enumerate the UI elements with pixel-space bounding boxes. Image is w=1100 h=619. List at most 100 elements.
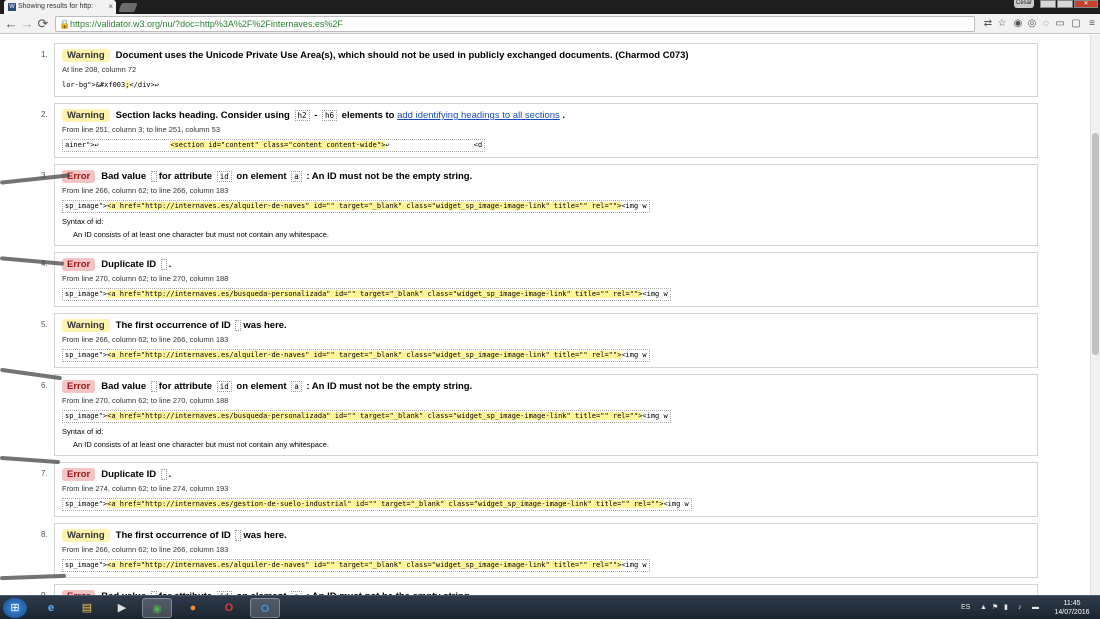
validation-message: 1. Warning Document uses the Unicode Priva…: [41, 43, 1038, 97]
source-extract: sp_image"><a href="http://internaves.es/…: [62, 559, 650, 572]
validation-message: 3.ErrorBad value for attribute id on ele…: [41, 164, 1038, 246]
translate-icon[interactable]: ⇄: [982, 18, 994, 30]
back-button[interactable]: ←: [4, 17, 18, 31]
syntax-label: Syntax of id:: [62, 427, 104, 436]
extract-before: ainer">↩: [65, 141, 171, 149]
source-extract: sp_image"><a href="http://internaves.es/…: [62, 498, 692, 511]
browser-tab[interactable]: W Showing results for http: ×: [4, 0, 116, 14]
extract-after: <img w: [621, 202, 647, 210]
message-heading: Warning Document uses the Unicode Private…: [62, 48, 1031, 63]
extract-highlight: <a href="http://internaves.es/busqueda-p…: [107, 290, 643, 298]
page-scrollbar[interactable]: [1090, 35, 1100, 595]
extract-before: sp_image">: [65, 561, 108, 569]
language-indicator[interactable]: ES: [961, 596, 970, 619]
syntax-description: An ID consists of at least one character…: [73, 440, 329, 449]
new-tab-button[interactable]: [118, 3, 138, 12]
outlook-icon[interactable]: O: [250, 598, 280, 618]
maximize-button[interactable]: [1057, 0, 1073, 8]
extract-before: sp_image">: [65, 412, 108, 420]
system-clock[interactable]: 11:45 14/07/2016: [1052, 599, 1092, 617]
battery-icon[interactable]: ▬: [1032, 596, 1039, 619]
forward-button[interactable]: →: [20, 17, 34, 31]
message-type-badge: Warning: [62, 319, 110, 332]
extract-highlight: <a href="http://internaves.es/gestion-de…: [107, 500, 664, 508]
extract-highlight: <a href="http://internaves.es/busqueda-p…: [107, 412, 643, 420]
message-number: 6.: [41, 381, 48, 390]
syntax-description: An ID consists of at least one character…: [73, 230, 329, 239]
message-text: .: [168, 259, 172, 270]
extract-before: sp_image">: [65, 290, 108, 298]
code-fragment: [160, 469, 167, 480]
validation-message: 4.ErrorDuplicate ID . From line 270, col…: [41, 252, 1038, 307]
message-text: The first occurrence of ID: [115, 530, 231, 541]
message-number: 8.: [41, 530, 48, 539]
reload-button[interactable]: ⟳: [36, 17, 50, 31]
message-heading: Error Duplicate ID .: [62, 467, 1031, 482]
media-player-icon[interactable]: ▶: [107, 598, 137, 618]
message-heading: Warning The first occurrence of ID was he…: [62, 318, 1031, 333]
extension-icon[interactable]: ◌: [1040, 18, 1052, 30]
bookmark-star-icon[interactable]: ☆: [996, 18, 1008, 30]
start-button[interactable]: ⊞: [3, 598, 27, 618]
message-type-badge: Error: [62, 258, 96, 271]
file-explorer-icon[interactable]: ▤: [72, 598, 102, 618]
cast-icon[interactable]: ▭: [1054, 18, 1066, 30]
address-url[interactable]: https://validator.w3.org/nu/?doc=http%3A…: [70, 17, 343, 32]
message-text: The first occurrence of ID: [115, 320, 231, 331]
validation-message: 8. Warning The first occurrence of ID was …: [41, 523, 1038, 578]
code-fragment: a: [291, 171, 302, 182]
message-list: 1. Warning Document uses the Unicode Priva…: [40, 43, 1038, 595]
show-hidden-icons-icon[interactable]: ▲: [980, 596, 987, 619]
message-text: Section lacks heading. Consider using: [115, 110, 290, 121]
message-text: Duplicate ID: [101, 469, 157, 480]
message-heading: ErrorBad value for attribute id on eleme…: [62, 379, 1031, 394]
tab-close-icon[interactable]: ×: [108, 0, 113, 14]
extract-highlight: <a href="http://internaves.es/alquiler-d…: [107, 202, 622, 210]
code-fragment: [150, 381, 157, 392]
firefox-icon[interactable]: ●: [178, 598, 208, 618]
flag-icon[interactable]: ⚑: [992, 596, 998, 619]
extension-icon[interactable]: ◉: [1012, 18, 1024, 30]
code-fragment: [235, 320, 242, 331]
extract-before: sp_image">: [65, 351, 108, 359]
volume-icon[interactable]: ♪: [1018, 596, 1022, 619]
message-location: From line 270, column 62; to line 270, c…: [62, 274, 229, 283]
message-heading: Error Duplicate ID .: [62, 257, 1031, 272]
menu-icon[interactable]: ≡: [1086, 18, 1098, 30]
validator-results-page: 1. Warning Document uses the Unicode Priva…: [0, 35, 1090, 595]
code-fragment: [235, 530, 242, 541]
extract-highlight: <a href="http://internaves.es/alquiler-d…: [107, 561, 622, 569]
extension-icon[interactable]: ◎: [1026, 18, 1038, 30]
profile-button[interactable]: César: [1014, 0, 1034, 8]
help-link[interactable]: add identifying headings to all sections: [397, 110, 560, 121]
message-heading: ErrorBad value for attribute id on eleme…: [62, 169, 1031, 184]
extension-icon[interactable]: ▢: [1070, 18, 1082, 30]
extract-after: <img w: [642, 290, 668, 298]
validation-message: 7. Error Duplicate ID . From line 274, col…: [41, 462, 1038, 517]
minimize-button[interactable]: [1040, 0, 1056, 8]
code-fragment: h6: [322, 110, 338, 121]
chrome-icon[interactable]: ◉: [142, 598, 172, 618]
message-number: 2.: [41, 110, 48, 119]
network-icon[interactable]: ▮: [1004, 596, 1008, 619]
source-extract: sp_image"><a href="http://internaves.es/…: [62, 410, 671, 423]
opera-icon[interactable]: O: [214, 598, 244, 618]
message-text: Document uses the Unicode Private Use Ar…: [115, 50, 689, 61]
extract-after: <img w: [642, 412, 668, 420]
internet-explorer-icon[interactable]: e: [36, 598, 66, 618]
message-text: : An ID must not be the empty string.: [306, 381, 473, 392]
scroll-thumb[interactable]: [1092, 133, 1099, 355]
syntax-label: Syntax of id:: [62, 217, 104, 226]
extract-highlight: <a href="http://internaves.es/alquiler-d…: [107, 351, 622, 359]
message-text: .: [562, 110, 566, 121]
message-location: From line 270, column 62; to line 270, c…: [62, 396, 229, 405]
message-location: From line 266, column 62; to line 266, c…: [62, 335, 229, 344]
source-extract: sp_image"><a href="http://internaves.es/…: [62, 288, 671, 301]
clock-time: 11:45: [1063, 600, 1081, 607]
address-bar[interactable]: 🔒 https://validator.w3.org/nu/?doc=http%…: [55, 16, 975, 32]
message-location: From line 266, column 62; to line 266, c…: [62, 186, 229, 195]
window-close-button[interactable]: ✕: [1074, 0, 1098, 8]
message-location: From line 274, column 62; to line 274, c…: [62, 484, 229, 493]
source-extract: ainer">↩ <section id="content" class="co…: [62, 139, 486, 152]
message-type-badge: Error: [62, 468, 96, 481]
